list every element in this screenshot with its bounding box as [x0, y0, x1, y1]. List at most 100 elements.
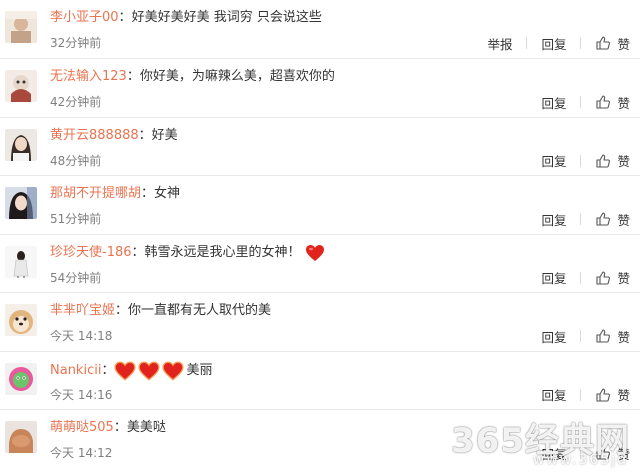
- comment-username[interactable]: 那胡不开提哪胡: [50, 185, 141, 203]
- like-label: 赞: [617, 329, 630, 345]
- comment-username[interactable]: 萌萌哒505: [50, 419, 114, 437]
- comment-time: 32分钟前: [50, 36, 102, 50]
- comment-time: 今天 14:18: [50, 329, 113, 343]
- heart-emoji-icon: [305, 244, 324, 261]
- comment-item: 萌萌哒505 ： 美美哒 今天 14:12 回复 赞: [0, 410, 640, 469]
- like-button[interactable]: 赞: [595, 327, 630, 346]
- avatar[interactable]: [5, 11, 37, 43]
- colon-separator: ：: [141, 186, 155, 201]
- avatar[interactable]: [5, 421, 37, 453]
- reply-button[interactable]: 回复: [541, 444, 566, 463]
- colon-separator: ：: [138, 127, 152, 143]
- comment-content: 那胡不开提哪胡 ： 女神: [50, 185, 180, 203]
- like-button[interactable]: 赞: [595, 444, 630, 463]
- colon-separator: ：: [113, 420, 127, 435]
- thumbs-up-icon: [596, 446, 611, 460]
- comment-text: 美美哒: [126, 420, 166, 435]
- comment-time: 51分钟前: [50, 212, 102, 226]
- action-divider: [580, 271, 582, 284]
- colon-separator: ：: [101, 362, 115, 378]
- like-button[interactable]: 赞: [595, 93, 630, 112]
- thumbs-up-icon: [596, 270, 611, 285]
- thumbs-up-icon: [596, 387, 611, 402]
- reply-button[interactable]: 回复: [541, 34, 566, 53]
- like-button[interactable]: 赞: [595, 268, 630, 287]
- comment-actions: 回复 赞: [541, 269, 630, 287]
- comment-item: 李小亚子00 ： 好美好美好美 我词穷 只会说这些 32分钟前 举报 回复 赞: [0, 0, 640, 59]
- avatar[interactable]: [5, 245, 37, 278]
- action-divider: [580, 330, 582, 342]
- comment-content: 李小亚子00 ： 好美好美好美 我词穷 只会说这些: [50, 9, 322, 27]
- comment-text: 美丽: [186, 362, 213, 378]
- comment-text: 好美好美好美 我词穷 只会说这些: [131, 10, 322, 25]
- comment-content: 萌萌哒505 ： 美美哒: [50, 419, 166, 437]
- comment-text: 你一直都有无人取代的美: [128, 303, 272, 318]
- like-button[interactable]: 赞: [595, 151, 630, 170]
- like-label: 赞: [617, 36, 630, 52]
- reply-button[interactable]: 回复: [541, 327, 566, 346]
- comment-actions: 回复 赞: [541, 152, 630, 170]
- action-divider: [580, 213, 582, 225]
- action-divider: [580, 154, 582, 167]
- comment-username[interactable]: 李小亚子00: [50, 9, 119, 27]
- comment-actions: 回复 赞: [541, 386, 630, 404]
- reply-button[interactable]: 回复: [541, 385, 566, 404]
- comment-username[interactable]: 芈芈吖宝姬: [50, 302, 115, 320]
- comment-time: 48分钟前: [50, 153, 102, 168]
- action-divider: [580, 388, 582, 401]
- comment-content: 珍珍天使-186 ： 韩雪永远是我心里的女神！: [50, 244, 325, 262]
- comment-content: 无法输入123 ： 你好美，为嘛辣么美，超喜欢你的: [50, 68, 335, 86]
- reply-button[interactable]: 回复: [541, 210, 566, 229]
- thumbs-up-icon: [596, 329, 611, 343]
- heart-emoji-icon: [162, 361, 185, 381]
- comment-time: 54分钟前: [50, 270, 102, 285]
- avatar[interactable]: [5, 304, 37, 336]
- comment-actions: 回复 赞: [541, 210, 630, 228]
- thumbs-up-icon: [596, 212, 611, 226]
- comment-list: 李小亚子00 ： 好美好美好美 我词穷 只会说这些 32分钟前 举报 回复 赞 …: [0, 0, 640, 469]
- like-button[interactable]: 赞: [595, 385, 630, 404]
- comment-item: 珍珍天使-186 ： 韩雪永远是我心里的女神！ 54分钟前 回复 赞: [0, 235, 640, 293]
- comment-username[interactable]: 珍珍天使-186: [50, 244, 132, 262]
- like-label: 赞: [617, 95, 630, 111]
- like-label: 赞: [617, 154, 630, 169]
- like-button[interactable]: 赞: [595, 34, 630, 53]
- comment-text: 好美: [151, 127, 178, 143]
- thumbs-up-icon: [596, 153, 611, 168]
- comment-actions: 回复 赞: [541, 93, 630, 111]
- comment-item: 芈芈吖宝姬 ： 你一直都有无人取代的美 今天 14:18 回复 赞: [0, 293, 640, 352]
- report-button[interactable]: 举报: [487, 34, 512, 53]
- comment-username[interactable]: 黄开云888888: [50, 127, 139, 145]
- action-divider: [526, 37, 528, 49]
- comment-item: 无法输入123 ： 你好美，为嘛辣么美，超喜欢你的 42分钟前 回复 赞: [0, 59, 640, 118]
- action-divider: [580, 447, 582, 459]
- comment-item: 黄开云888888 ： 好美 48分钟前 回复 赞: [0, 118, 640, 176]
- like-label: 赞: [617, 446, 630, 462]
- heart-emoji-icon: [138, 361, 161, 381]
- colon-separator: ：: [118, 10, 132, 25]
- reply-button[interactable]: 回复: [541, 151, 566, 170]
- like-label: 赞: [617, 388, 630, 403]
- thumbs-up-icon: [596, 95, 611, 109]
- comment-time: 今天 14:16: [50, 387, 113, 402]
- action-divider: [580, 96, 582, 108]
- comment-text: 你好美，为嘛辣么美，超喜欢你的: [139, 69, 335, 84]
- colon-separator: ：: [115, 303, 129, 318]
- comment-username[interactable]: Nankicii: [50, 362, 101, 380]
- comment-content: 黄开云888888 ： 好美: [50, 127, 178, 145]
- avatar[interactable]: [5, 362, 37, 395]
- action-divider: [580, 37, 582, 49]
- colon-separator: ：: [131, 244, 145, 260]
- avatar[interactable]: [5, 187, 37, 219]
- reply-button[interactable]: 回复: [541, 268, 566, 287]
- comment-username[interactable]: 无法输入123: [50, 68, 127, 86]
- like-button[interactable]: 赞: [595, 210, 630, 229]
- comment-time: 今天 14:12: [50, 446, 113, 460]
- comment-actions: 回复 赞: [541, 444, 630, 462]
- heart-emoji-icon: [114, 361, 137, 381]
- avatar[interactable]: [5, 70, 37, 102]
- avatar[interactable]: [5, 128, 37, 161]
- thumbs-up-icon: [596, 36, 611, 50]
- reply-button[interactable]: 回复: [541, 93, 566, 112]
- like-label: 赞: [617, 212, 630, 228]
